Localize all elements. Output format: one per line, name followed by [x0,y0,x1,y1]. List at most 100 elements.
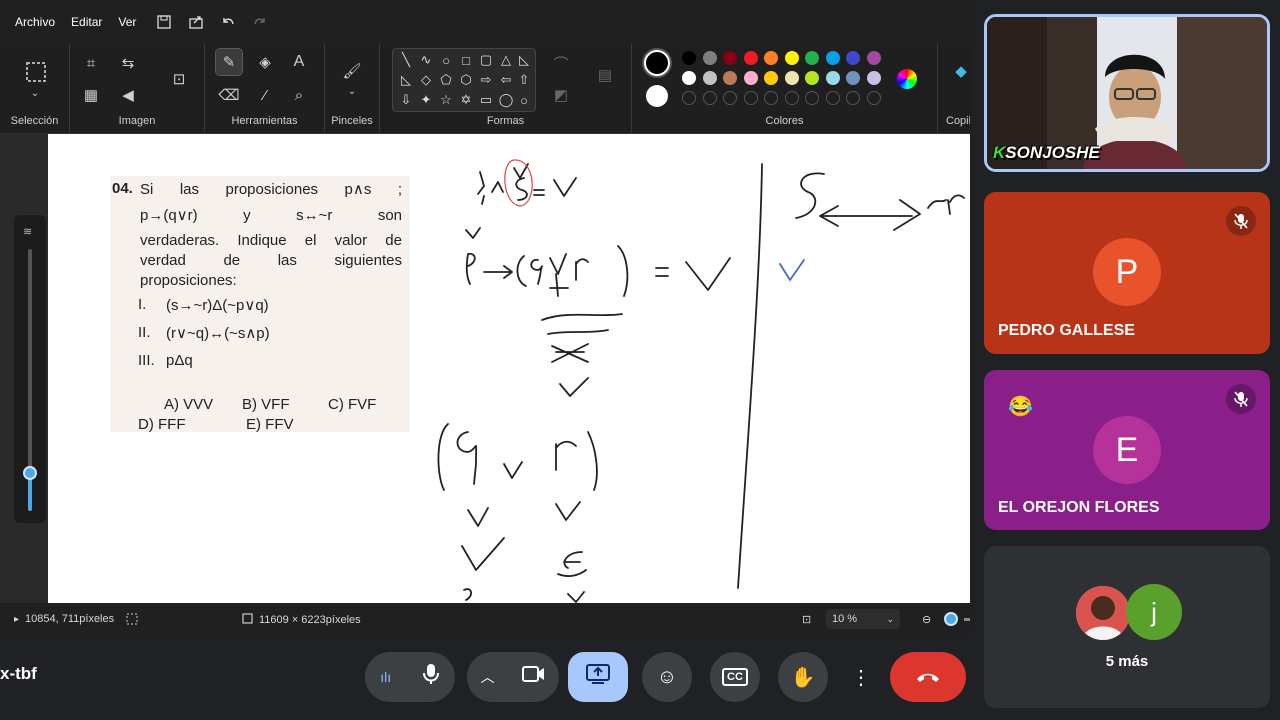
resize-icon[interactable]: ⇆ [115,50,141,76]
size-slider-thumb[interactable] [23,466,37,480]
custom-color-slot[interactable] [866,91,881,105]
custom-color-slot[interactable] [805,91,819,105]
present-screen-button[interactable] [568,652,628,702]
undo-icon[interactable] [217,11,239,33]
custom-color-slot[interactable] [682,91,696,105]
pencil-icon[interactable]: ✎ [215,48,243,76]
rotate-icon[interactable]: ▦ [78,82,104,108]
eraser-icon[interactable]: ⌫ [216,82,242,108]
audio-control[interactable]: ılı [365,652,455,702]
flip-icon[interactable]: ◀ [115,82,141,108]
color-swatch[interactable] [702,51,717,65]
color-swatch[interactable] [682,51,696,65]
zoom-slider-thumb[interactable] [944,612,958,626]
color-swatch[interactable] [866,51,881,65]
zoom-select[interactable]: 10 % ⌄ [826,609,900,629]
primary-color[interactable] [644,50,670,76]
zoom-out-icon[interactable]: ⊖ [922,613,931,626]
triangle-shape-icon[interactable]: △ [497,51,515,69]
captions-button[interactable]: CC [710,652,760,702]
custom-color-slot[interactable] [825,91,840,105]
line-shape-icon[interactable]: ╲ [397,51,415,69]
color-swatch[interactable] [825,71,840,85]
magnifier-icon[interactable]: ⌕ [286,82,312,108]
more-participants-tile[interactable]: j 5 más [984,546,1270,708]
diamond-shape-icon[interactable]: ◇ [417,71,435,89]
participant-tile-pedro[interactable]: P PEDRO GALLESE [984,192,1270,354]
brush-icon[interactable]: 🖌 [339,58,365,84]
star4-shape-icon[interactable]: ✦ [417,91,435,109]
drawing-canvas[interactable]: 04. Si las proposiciones p∧s ; p→(q∨r) y… [48,134,970,603]
rect-shape-icon[interactable]: □ [457,51,475,69]
color-swatch[interactable] [784,71,799,85]
color-swatch[interactable] [723,71,737,85]
leave-call-button[interactable] [890,652,966,702]
chevron-down-icon[interactable]: ⌄ [339,84,365,98]
custom-color-slot[interactable] [764,91,778,105]
video-control[interactable]: ︿ [467,652,559,702]
rounded-rect-shape-icon[interactable]: ▢ [477,51,495,69]
color-swatch[interactable] [743,51,758,65]
callout-oval-shape-icon[interactable]: ◯ [497,91,515,109]
menu-file[interactable]: Archivo [8,9,62,35]
microphone-icon[interactable] [422,663,440,691]
color-swatch[interactable] [846,71,860,85]
callout-rect-shape-icon[interactable]: ▭ [477,91,495,109]
shape-size-icon[interactable]: ▤ [592,62,618,88]
save-icon[interactable] [153,11,175,33]
shape-fill-icon[interactable]: ◩ [548,82,574,108]
participant-tile-presenter[interactable]: KSONJOSHE [984,14,1270,172]
pentagon-shape-icon[interactable]: ⬠ [437,71,455,89]
text-icon[interactable]: A [286,49,312,75]
crop-icon[interactable]: ⌗ [78,50,104,76]
image-select-icon[interactable]: ⊡ [166,66,192,92]
chevron-down-icon[interactable]: ⌄ [22,86,48,100]
shapes-gallery[interactable]: ╲ ∿ ○ □ ▢ △ ◺ ◺ ◇ ⬠ ⬡ ⇨ ⇦ ⇧ ⇩ ✦ ☆ ✡ ▭ ◯ … [392,48,536,112]
right-arrow-shape-icon[interactable]: ⇨ [477,71,495,89]
menu-edit[interactable]: Editar [64,9,109,35]
up-arrow-shape-icon[interactable]: ⇧ [515,71,533,89]
fill-icon[interactable]: ◈ [252,49,278,75]
down-arrow-shape-icon[interactable]: ⇩ [397,91,415,109]
custom-color-slot[interactable] [743,91,758,105]
color-swatch[interactable] [743,71,758,85]
more-options-button[interactable]: ⋮ [846,652,876,702]
right-triangle2-shape-icon[interactable]: ◺ [397,71,415,89]
color-swatch[interactable] [764,71,778,85]
right-triangle-shape-icon[interactable]: ◺ [515,51,533,69]
chevron-up-icon[interactable]: ︿ [481,667,495,687]
raise-hand-button[interactable]: ✋ [778,652,828,702]
custom-color-slot[interactable] [846,91,860,105]
custom-color-slot[interactable] [702,91,717,105]
curve-shape-icon[interactable]: ∿ [417,51,435,69]
custom-color-slot[interactable] [784,91,799,105]
participant-tile-orejon[interactable]: 😂 E EL OREJON FLORES [984,370,1270,530]
color-swatch[interactable] [784,51,799,65]
secondary-color[interactable] [646,85,668,107]
camera-icon[interactable] [521,665,546,689]
color-swatch[interactable] [805,71,819,85]
color-swatch[interactable] [866,71,881,85]
color-swatch[interactable] [825,51,840,65]
edit-colors-icon[interactable] [897,69,917,89]
star5-shape-icon[interactable]: ☆ [437,91,455,109]
hexagon-shape-icon[interactable]: ⬡ [457,71,475,89]
zoom-slider[interactable] [944,612,970,626]
custom-color-slot[interactable] [723,91,737,105]
outline-icon[interactable]: ⌒ [548,50,574,76]
color-swatch[interactable] [723,51,737,65]
copilot-icon[interactable]: ◆ [948,58,970,84]
share-icon[interactable] [185,11,207,33]
left-arrow-shape-icon[interactable]: ⇦ [497,71,515,89]
color-swatch[interactable] [846,51,860,65]
redo-icon[interactable] [249,11,271,33]
color-swatch[interactable] [682,71,696,85]
callout-cloud-shape-icon[interactable]: ○ [515,91,533,109]
color-picker-icon[interactable]: ⁄ [252,82,278,108]
reactions-button[interactable]: ☺ [642,652,692,702]
color-swatch[interactable] [764,51,778,65]
color-swatch[interactable] [702,71,717,85]
color-swatch[interactable] [805,51,819,65]
select-icon[interactable] [22,58,50,86]
fit-window-icon[interactable]: ⊡ [802,613,811,626]
